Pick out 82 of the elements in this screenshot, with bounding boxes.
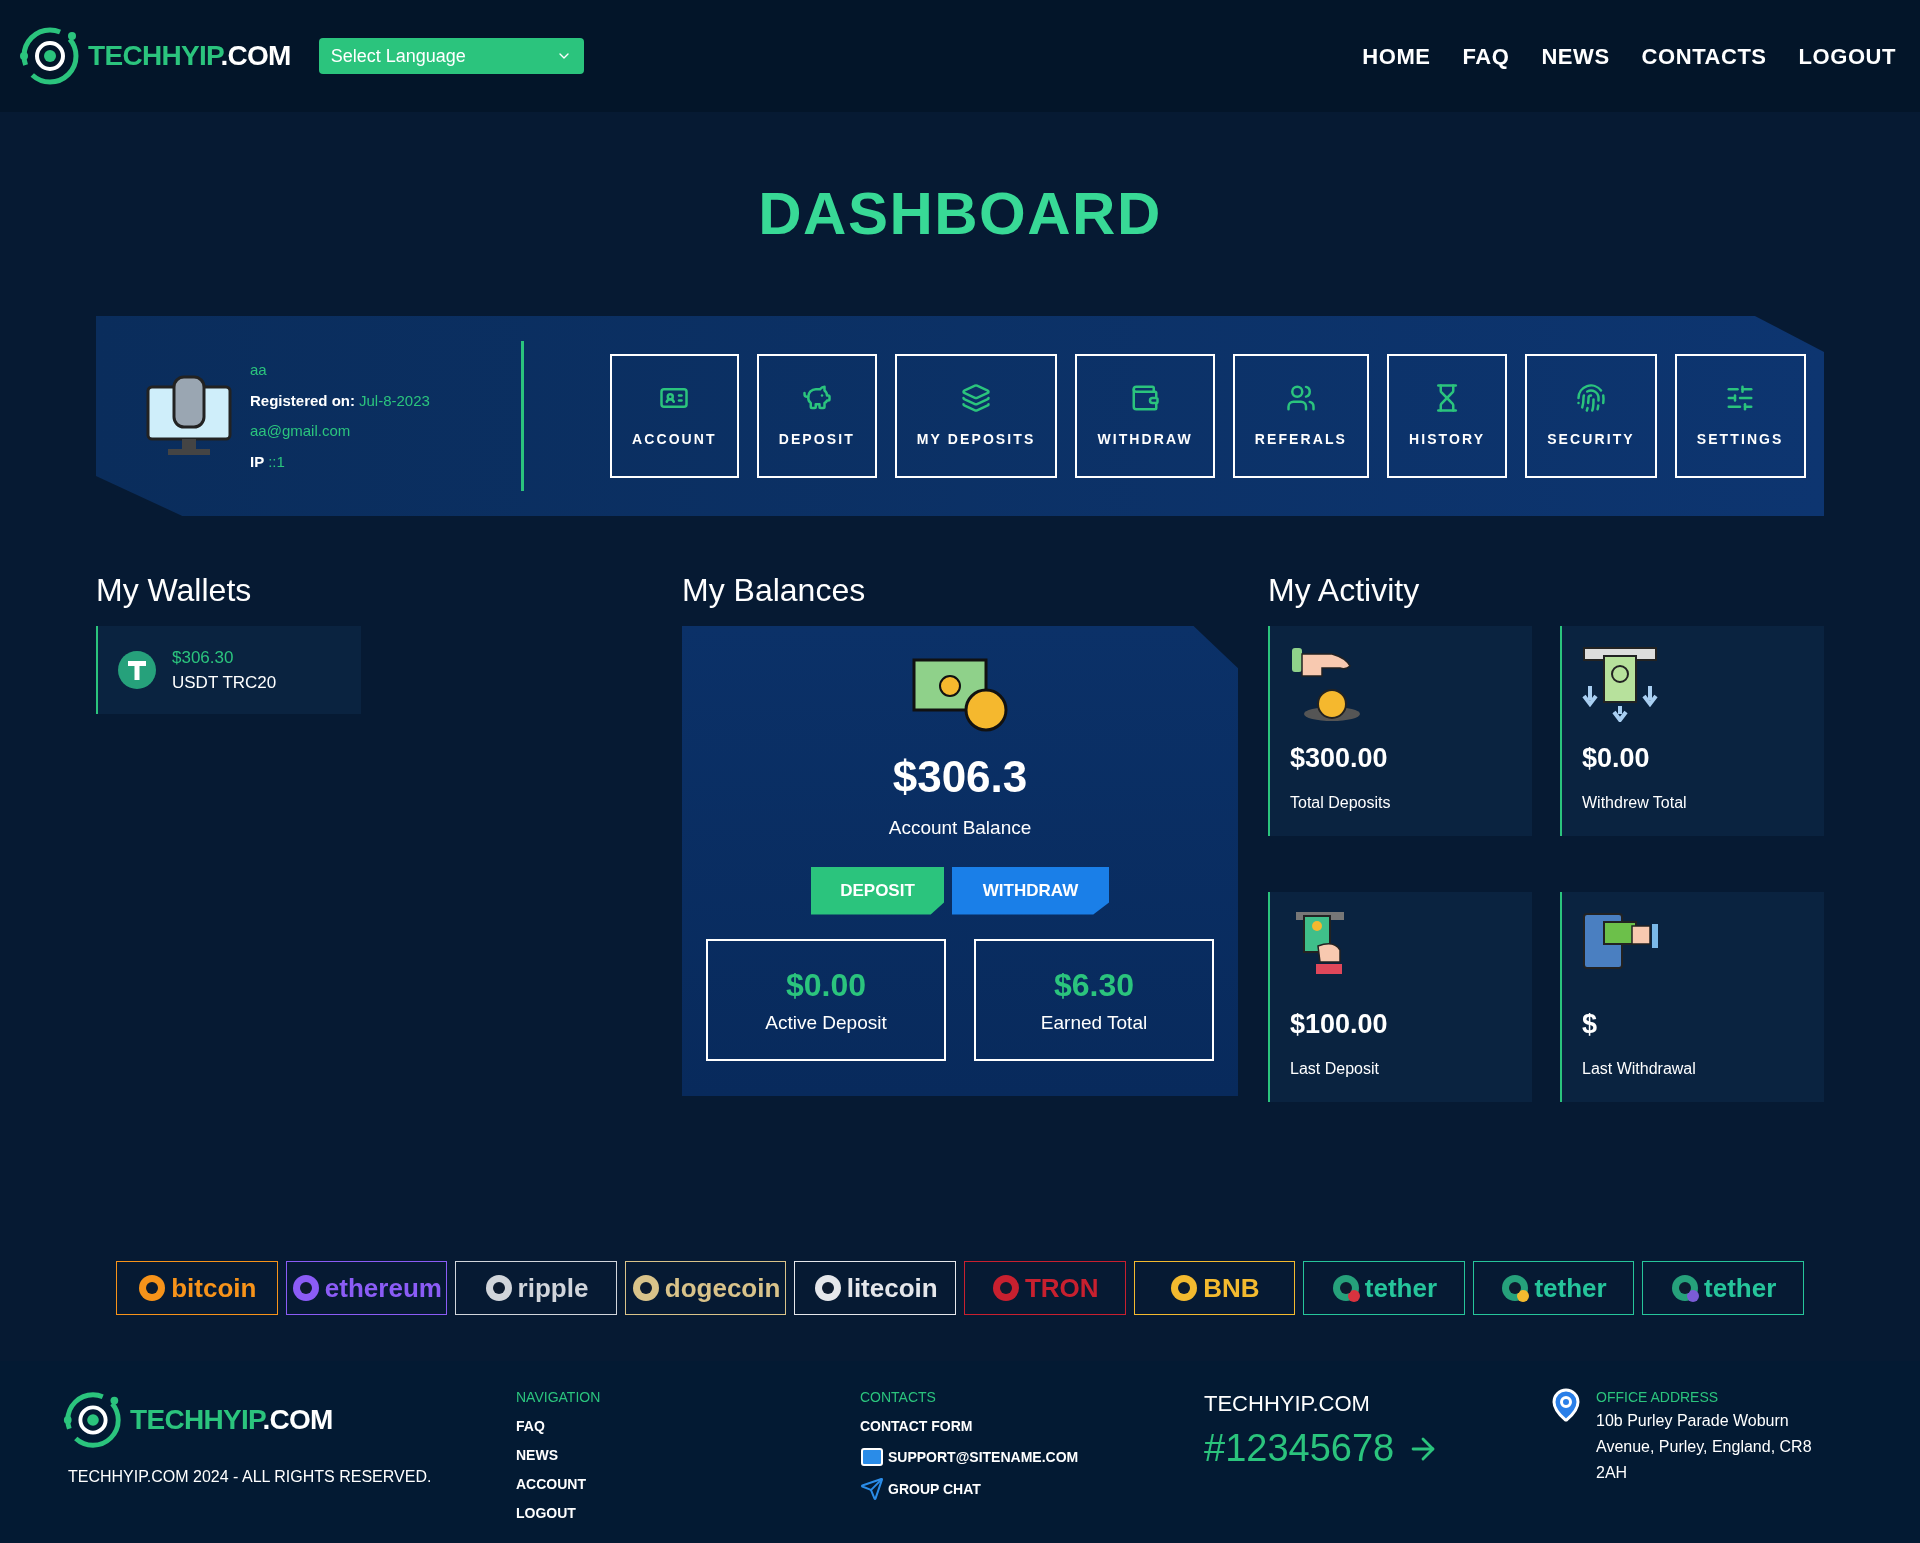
footer-site-name: TECHHYIP.COM xyxy=(1204,1390,1371,1418)
footer-link[interactable]: CONTACT FORM xyxy=(860,1416,973,1437)
coin-name: bitcoin xyxy=(171,1271,257,1305)
menu-tile[interactable]: WITHDRAW xyxy=(1075,354,1215,478)
tether-icon xyxy=(118,651,156,689)
coin-name: TRON xyxy=(1024,1271,1099,1305)
footer-link[interactable]: ACCOUNT xyxy=(516,1474,860,1495)
menu-tile[interactable]: HISTORY xyxy=(1387,354,1508,478)
copyright: TECHHYIP.COM 2024 - ALL RIGHTS RESERVED. xyxy=(68,1467,433,1487)
action-button[interactable]: WITHDRAW xyxy=(952,866,1109,915)
nav-link[interactable]: HOME xyxy=(1362,39,1431,73)
coin-name: tether xyxy=(1704,1271,1777,1305)
footer-link[interactable]: LOGOUT xyxy=(516,1503,860,1524)
wallet-amount: $306.30 xyxy=(172,646,235,669)
wallet-name: USDT TRC20 xyxy=(172,672,277,694)
stat-value: $6.30 xyxy=(1053,966,1135,1006)
paper-plane-icon xyxy=(860,1477,884,1501)
coin-name: dogecoin xyxy=(664,1271,781,1305)
section-title: My Balances xyxy=(682,571,867,610)
atm-cash-icon xyxy=(1582,646,1658,722)
username: aa xyxy=(250,360,268,380)
section-title: My Wallets xyxy=(96,571,253,610)
coin-logo-icon xyxy=(1670,1273,1700,1303)
ip-label: IP xyxy=(250,451,265,472)
registered-date: Jul-8-2023 xyxy=(359,390,430,411)
menu-icon xyxy=(1575,382,1606,413)
activity-value: $100.00 xyxy=(1290,1008,1389,1041)
activity-label: Last Deposit xyxy=(1290,1058,1380,1079)
coin-name: tether xyxy=(1364,1271,1438,1305)
coin-name: BNB xyxy=(1203,1271,1260,1305)
nav-link[interactable]: FAQ xyxy=(1462,39,1510,73)
footer-heading: OFFICE ADDRESS xyxy=(1596,1388,1720,1407)
account-balance-label: Account Balance xyxy=(888,816,1032,840)
menu-icon xyxy=(961,382,992,413)
coin-logo-icon xyxy=(1330,1273,1361,1303)
coin-name: litecoin xyxy=(846,1271,938,1305)
nav-link[interactable]: LOGOUT xyxy=(1798,39,1896,73)
activity-value: $300.00 xyxy=(1290,742,1389,775)
menu-tile[interactable]: REFERALS xyxy=(1232,354,1369,478)
coin-logo-icon xyxy=(1500,1273,1531,1303)
activity-value: $0.00 xyxy=(1582,742,1651,775)
stat-label: Active Deposit xyxy=(765,1011,887,1036)
coin-logo-icon xyxy=(630,1273,661,1303)
nav-link[interactable]: NEWS xyxy=(1541,39,1610,73)
activity-label: Last Withdrawal xyxy=(1582,1058,1697,1079)
coin-logo-icon xyxy=(1169,1273,1200,1303)
logo-text[interactable]: TECHHYIP.COM xyxy=(130,1399,333,1441)
phone-number: #12345678 xyxy=(1204,1426,1395,1471)
section-title: My Activity xyxy=(1268,571,1421,610)
coin-logo-icon xyxy=(290,1273,321,1303)
money-coins-icon xyxy=(912,658,1008,732)
footer-link[interactable]: NEWS xyxy=(516,1445,860,1466)
coin-logo-icon xyxy=(812,1273,843,1303)
menu-tile[interactable]: SECURITY xyxy=(1525,354,1657,478)
stat-value: $0.00 xyxy=(785,966,867,1006)
activity-label: Total Deposits xyxy=(1290,792,1392,813)
coin-name: ethereum xyxy=(324,1271,442,1305)
logo-text[interactable]: TECHHYIP.COM xyxy=(88,35,291,77)
email: aa@gmail.com xyxy=(250,421,352,441)
coin-logo-icon xyxy=(137,1273,168,1303)
activity-value: $ xyxy=(1582,1008,1599,1041)
menu-tile[interactable]: ACCOUNT xyxy=(610,354,739,478)
footer-link[interactable]: FAQ xyxy=(516,1416,860,1437)
menu-tile[interactable]: DEPOSIT xyxy=(756,354,877,478)
stat-label: Earned Total xyxy=(1040,1011,1148,1036)
registered-label: Registered on: xyxy=(250,390,355,411)
footer-link[interactable]: SUPPORT@SITENAME.COM xyxy=(888,1446,1079,1468)
page-title: DASHBOARD xyxy=(758,179,1162,249)
office-address: 10b Purley Parade Woburn Avenue, Purley, England, CR8 2AH xyxy=(1596,1411,1813,1483)
footer-link[interactable]: GROUP CHAT xyxy=(888,1478,981,1500)
activity-label: Withdrew Total xyxy=(1582,792,1688,813)
menu-tile[interactable]: MY DEPOSITS xyxy=(894,354,1058,478)
footer-heading: CONTACTS xyxy=(860,1388,937,1407)
nav-link[interactable]: CONTACTS xyxy=(1641,39,1767,73)
ip-value: ::1 xyxy=(268,451,285,472)
footer-heading: NAVIGATION xyxy=(516,1388,602,1407)
coin-name: tether xyxy=(1534,1271,1607,1305)
coin-name: ripple xyxy=(517,1271,589,1305)
menu-tile[interactable]: SETTINGS xyxy=(1674,354,1806,478)
coin-logo-icon xyxy=(483,1273,514,1303)
coin-logo-icon xyxy=(990,1273,1021,1303)
account-balance-amount: $306.3 xyxy=(892,751,1028,803)
